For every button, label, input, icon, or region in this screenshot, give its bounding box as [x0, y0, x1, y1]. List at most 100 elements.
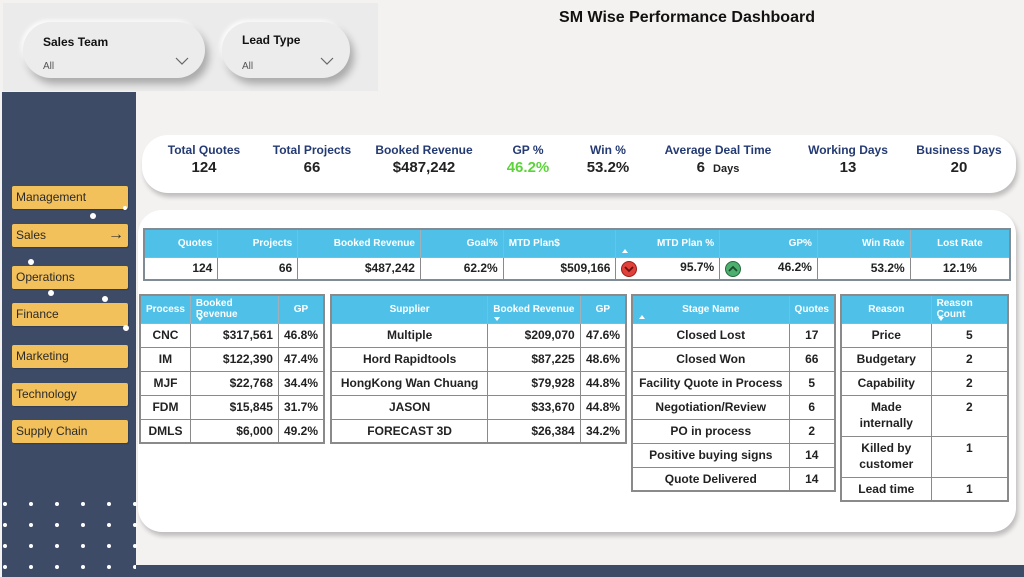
- table-row: Closed Won 66: [631, 346, 836, 372]
- kpi-label: Working Days: [808, 143, 888, 157]
- stage-table: Stage Name Quotes Closed Lost 17 Closed Wo…: [631, 294, 836, 492]
- table-cell: IM: [139, 346, 191, 372]
- column-header-sorted[interactable]: Booked Revenue: [487, 294, 581, 324]
- decorative-dot: [102, 296, 108, 302]
- column-header[interactable]: Booked Revenue: [297, 228, 421, 258]
- table-cell: $317,561: [189, 322, 279, 348]
- cell-goal-pct: 62.2%: [419, 256, 504, 281]
- kpi-booked-revenue: Booked Revenue $487,242: [370, 143, 478, 176]
- decorative-dot: [123, 206, 127, 210]
- process-table: Process Booked Revenue GP CNC $317,561 46.…: [139, 294, 325, 444]
- page-title: SM Wise Performance Dashboard: [559, 9, 815, 26]
- table-cell: 2: [930, 346, 1009, 372]
- table-row: IM $122,390 47.4%: [139, 346, 325, 372]
- lead-type-slicer[interactable]: Lead Type All: [222, 22, 350, 78]
- column-header[interactable]: Lost Rate: [909, 228, 1011, 258]
- decorative-dot: [29, 565, 33, 569]
- sidebar-item-sales[interactable]: Sales →: [12, 224, 128, 247]
- table-row: Lead time 1: [840, 476, 1009, 502]
- table-cell: MJF: [139, 370, 191, 396]
- lead-type-label: Lead Type: [242, 33, 301, 47]
- column-header[interactable]: GP: [579, 294, 627, 324]
- decorative-dot: [3, 523, 7, 527]
- kpi-value: $487,242: [392, 159, 456, 176]
- column-header[interactable]: Quotes: [143, 228, 219, 258]
- column-header-sorted[interactable]: Booked Revenue: [189, 294, 279, 324]
- decorative-dot: [107, 502, 111, 506]
- column-header-sorted[interactable]: Reason Count: [930, 294, 1009, 324]
- table-cell: Multiple: [330, 322, 489, 348]
- column-header[interactable]: Process: [139, 294, 191, 324]
- column-header[interactable]: Supplier: [330, 294, 489, 324]
- cell-mtd-plan-pct: 95.7%: [615, 256, 721, 281]
- column-header-sorted[interactable]: MTD Plan %: [615, 228, 721, 258]
- sidebar-item-finance[interactable]: Finance: [12, 303, 128, 326]
- table-cell: 17: [788, 322, 836, 348]
- cell-win-rate: 53.2%: [816, 256, 911, 281]
- kpi-average-deal-time: Average Deal Time 6 Days: [658, 143, 778, 176]
- table-cell: Price: [840, 322, 932, 348]
- column-header[interactable]: Reason: [840, 294, 932, 324]
- kpi-label: Total Projects: [272, 143, 352, 157]
- column-header[interactable]: Goal%: [419, 228, 504, 258]
- sidebar-item-management[interactable]: Management: [12, 186, 128, 209]
- sales-team-label: Sales Team: [43, 35, 109, 49]
- column-header[interactable]: Win Rate: [816, 228, 911, 258]
- column-header[interactable]: MTD Plan$: [502, 228, 617, 258]
- lead-type-value[interactable]: All: [242, 61, 253, 72]
- table-cell: 5: [788, 370, 836, 396]
- table-cell: $22,768: [189, 370, 279, 396]
- table-cell: 2: [930, 370, 1009, 396]
- table-cell: 49.2%: [277, 418, 325, 444]
- decorative-dot: [123, 325, 129, 331]
- kpi-value: 66: [303, 159, 321, 176]
- decorative-dot: [81, 502, 85, 506]
- table-cell: $87,225: [487, 346, 581, 372]
- sidebar-item-technology[interactable]: Technology: [12, 383, 128, 406]
- sidebar-item-operations[interactable]: Operations: [12, 266, 128, 289]
- sidebar-item-supply-chain[interactable]: Supply Chain: [12, 420, 128, 443]
- decorative-dot: [55, 523, 59, 527]
- table-cell: 2: [788, 418, 836, 444]
- table-cell: $6,000: [189, 418, 279, 444]
- column-header[interactable]: Projects: [217, 228, 299, 258]
- column-header[interactable]: Quotes: [788, 294, 836, 324]
- chevron-down-icon[interactable]: [175, 56, 189, 66]
- decorative-dot: [55, 565, 59, 569]
- kpi-label: GP %: [512, 143, 544, 157]
- table-row: HongKong Wan Chuang $79,928 44.8%: [330, 370, 627, 396]
- table-row: Capability 2: [840, 370, 1009, 396]
- summary-header-row: Quotes Projects Booked Revenue Goal% MTD…: [143, 228, 1011, 258]
- sidebar-item-label: Sales: [16, 228, 47, 242]
- table-cell: $122,390: [189, 346, 279, 372]
- kpi-win-pct: Win % 53.2%: [576, 143, 640, 176]
- table-cell: Killed by customer: [840, 435, 932, 478]
- decorative-dot: [107, 544, 111, 548]
- chevron-down-icon[interactable]: [320, 56, 334, 66]
- table-row: FDM $15,845 31.7%: [139, 394, 325, 420]
- table-cell: Closed Lost: [631, 322, 790, 348]
- sales-team-slicer[interactable]: Sales Team All: [23, 22, 205, 78]
- table-row: MJF $22,768 34.4%: [139, 370, 325, 396]
- kpi-working-days: Working Days 13: [800, 143, 896, 176]
- table-cell: 47.6%: [579, 322, 627, 348]
- kpi-gp-pct: GP % 46.2%: [498, 143, 558, 176]
- kpi-value: 6: [696, 159, 706, 176]
- sidebar-item-label: Operations: [16, 270, 75, 284]
- decorative-dot: [29, 523, 33, 527]
- column-header[interactable]: GP%: [719, 228, 818, 258]
- sidebar-item-label: Finance: [16, 307, 59, 321]
- table-cell: 48.6%: [579, 346, 627, 372]
- table-cell: Positive buying signs: [631, 442, 790, 468]
- table-cell: 66: [788, 346, 836, 372]
- column-header-sorted[interactable]: Stage Name: [631, 294, 790, 324]
- table-cell: Negotiation/Review: [631, 394, 790, 420]
- table-cell: 14: [788, 442, 836, 468]
- decorative-dot: [3, 565, 7, 569]
- sidebar-item-marketing[interactable]: Marketing: [12, 345, 128, 368]
- column-header[interactable]: GP: [277, 294, 325, 324]
- kpi-unit: Days: [713, 163, 740, 175]
- table-cell: $33,670: [487, 394, 581, 420]
- sidebar-item-label: Marketing: [16, 349, 69, 363]
- sales-team-value[interactable]: All: [43, 61, 54, 72]
